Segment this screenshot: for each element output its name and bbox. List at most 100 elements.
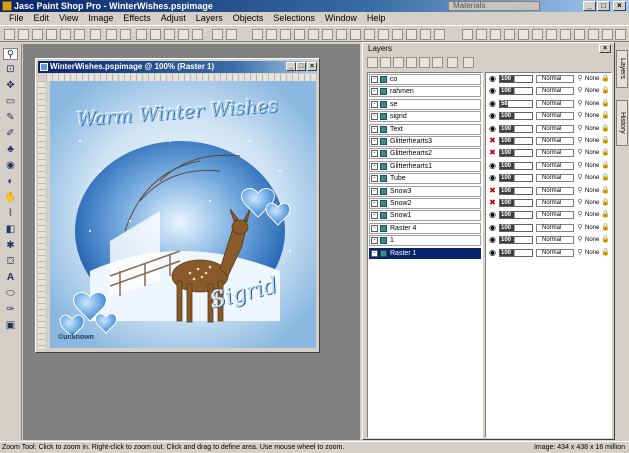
visibility-toggle-icon[interactable]: ✖ xyxy=(488,137,497,145)
layer-row[interactable]: -1 xyxy=(369,235,481,247)
dropper-tool-icon[interactable]: ✎ xyxy=(3,112,18,124)
record-script-icon[interactable] xyxy=(490,29,501,40)
link-icon[interactable]: ⚲ xyxy=(576,249,584,257)
opacity-slider[interactable]: 100 xyxy=(499,236,533,245)
opacity-slider[interactable]: 100 xyxy=(499,75,533,83)
paint-brush-tool-icon[interactable]: ✐ xyxy=(3,128,18,140)
menu-file[interactable]: File xyxy=(4,12,29,24)
opacity-slider[interactable]: 100 xyxy=(499,161,533,170)
link-icon[interactable]: ⚲ xyxy=(576,211,584,219)
shape-tool-icon[interactable]: ⬭ xyxy=(3,288,18,300)
layer-row[interactable]: - rahmen xyxy=(369,86,481,98)
blend-mode-select[interactable]: Normal xyxy=(536,75,574,83)
link-set-label[interactable]: None xyxy=(585,75,601,83)
menu-window[interactable]: Window xyxy=(320,12,362,24)
layer-row[interactable]: - Text xyxy=(369,123,481,135)
copy-icon[interactable] xyxy=(150,29,161,40)
layer-properties-icon[interactable] xyxy=(447,57,458,68)
layer-row[interactable]: - sigrid xyxy=(369,111,481,123)
maximize-button[interactable]: □ xyxy=(597,1,610,11)
paste-icon[interactable] xyxy=(164,29,175,40)
link-set-label[interactable]: None xyxy=(585,112,601,120)
lock-icon[interactable]: 🔒 xyxy=(601,100,610,108)
layer-row[interactable]: - co xyxy=(369,74,481,85)
layer-row[interactable]: - Snow2 xyxy=(369,198,481,209)
lock-icon[interactable]: 🔒 xyxy=(601,187,610,195)
object-selector-tool-icon[interactable]: ▣ xyxy=(3,320,18,332)
image-window-title-bar[interactable]: WinterWishes.pspimage @ 100% (Raster 1) xyxy=(38,61,317,73)
link-set-label[interactable]: None xyxy=(585,236,601,244)
crop-tool-icon[interactable]: ⊡ xyxy=(3,64,18,76)
save-icon[interactable] xyxy=(90,29,101,40)
float-icon[interactable] xyxy=(560,29,571,40)
layer-row[interactable]: - se xyxy=(369,98,481,110)
histogram-icon[interactable] xyxy=(350,29,361,40)
link-set-label[interactable]: None xyxy=(585,249,601,257)
select-all-icon[interactable] xyxy=(518,29,529,40)
print-icon[interactable] xyxy=(106,29,117,40)
lock-icon[interactable]: 🔒 xyxy=(601,87,610,95)
lock-icon[interactable]: 🔒 xyxy=(601,125,610,133)
undo-icon[interactable] xyxy=(212,29,223,40)
image-minimize-button[interactable]: _ xyxy=(286,62,296,71)
print-preview-icon[interactable] xyxy=(120,29,131,40)
clear-icon[interactable] xyxy=(192,29,203,40)
link-icon[interactable]: ⚲ xyxy=(576,125,584,133)
link-set-label[interactable]: None xyxy=(585,149,601,157)
visibility-toggle-icon[interactable]: ◉ xyxy=(488,161,497,170)
resize-icon[interactable] xyxy=(280,29,291,40)
grid-icon[interactable] xyxy=(294,29,305,40)
layer-row[interactable]: - Glitterhearts3 xyxy=(369,136,481,147)
expand-toggle-icon[interactable]: - xyxy=(371,100,378,108)
paste-new-icon[interactable] xyxy=(178,29,189,40)
lock-icon[interactable]: 🔒 xyxy=(601,211,610,219)
cut-icon[interactable] xyxy=(136,29,147,40)
scanner-icon[interactable] xyxy=(46,29,57,40)
visibility-toggle-icon[interactable]: ✖ xyxy=(488,199,497,207)
guides-icon[interactable] xyxy=(308,29,319,40)
opacity-slider[interactable]: 100 xyxy=(499,211,533,220)
link-icon[interactable]: ⚲ xyxy=(576,100,584,108)
blend-mode-select[interactable]: Normal xyxy=(536,199,574,207)
blend-mode-select[interactable]: Normal xyxy=(536,87,574,96)
link-icon[interactable]: ⚲ xyxy=(576,224,584,232)
warp-tool-icon[interactable]: ⌇ xyxy=(3,208,18,220)
rulers-icon[interactable] xyxy=(322,29,333,40)
expand-toggle-icon[interactable]: - xyxy=(371,212,378,220)
overview-icon[interactable] xyxy=(364,29,375,40)
new-mask-layer-icon[interactable] xyxy=(393,57,404,68)
expand-toggle-icon[interactable]: - xyxy=(371,187,378,195)
layers-palette-close-button[interactable]: × xyxy=(599,44,611,53)
link-icon[interactable]: ⚲ xyxy=(576,75,584,83)
expand-toggle-icon[interactable]: - xyxy=(371,200,378,207)
visibility-toggle-icon[interactable]: ◉ xyxy=(488,124,497,133)
layer-row[interactable]: - Raster 4 xyxy=(369,222,481,234)
materials-palette-title[interactable]: Materials xyxy=(448,1,540,11)
pen-tool-icon[interactable]: ✑ xyxy=(3,304,18,316)
tab-layers[interactable]: Layers xyxy=(616,50,628,88)
camera-icon[interactable] xyxy=(60,29,71,40)
zoom-tool-icon[interactable]: ⚲ xyxy=(3,48,18,60)
duplicate-layer-icon[interactable] xyxy=(419,57,430,68)
move-tool-icon[interactable]: ✥ xyxy=(3,80,18,92)
link-icon[interactable]: ⚲ xyxy=(576,199,584,207)
defloat-icon[interactable] xyxy=(574,29,585,40)
expand-toggle-icon[interactable]: - xyxy=(371,76,378,83)
visibility-toggle-icon[interactable]: ◉ xyxy=(488,223,497,232)
redo-icon[interactable] xyxy=(226,29,237,40)
link-set-label[interactable]: None xyxy=(585,137,601,145)
image-close-button[interactable]: × xyxy=(307,62,317,71)
blend-mode-select[interactable]: Normal xyxy=(536,149,574,158)
blend-mode-select[interactable]: Normal xyxy=(536,186,574,195)
new-file-icon[interactable] xyxy=(4,29,15,40)
blend-mode-select[interactable]: Normal xyxy=(536,211,574,220)
select-none-icon[interactable] xyxy=(532,29,543,40)
link-set-label[interactable]: None xyxy=(585,224,601,232)
promote-selection-icon[interactable] xyxy=(588,29,599,40)
visibility-toggle-icon[interactable]: ✖ xyxy=(488,186,497,195)
run-script-icon[interactable] xyxy=(476,29,487,40)
eraser-tool-icon[interactable]: ◧ xyxy=(3,224,18,236)
menu-view[interactable]: View xyxy=(54,12,83,24)
minimize-button[interactable]: _ xyxy=(583,1,596,11)
blend-mode-select[interactable]: Normal xyxy=(536,124,574,133)
